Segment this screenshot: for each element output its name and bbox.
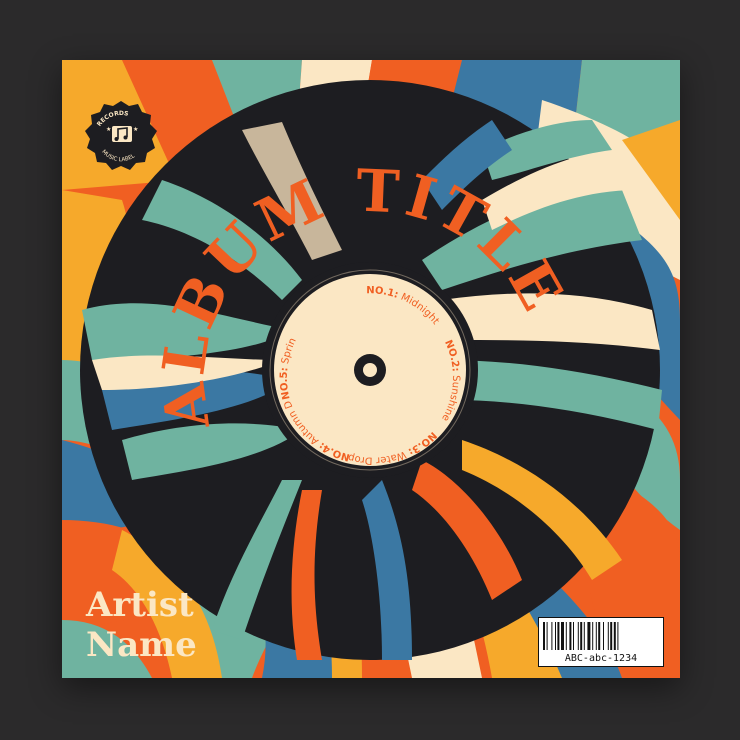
artist-name: Artist Name [86,585,197,665]
barcode-bar [603,622,604,650]
barcode-bar [613,622,616,650]
barcode-bar [573,622,574,650]
barcode-bar [543,622,545,650]
barcode-bar [561,622,564,650]
star-icon: ★ [106,126,111,133]
barcode-bar [577,622,579,650]
barcode-bar [569,622,572,650]
track-2: NO.2: Sunshine [439,339,461,423]
track-1: NO.1: Midnight [366,285,441,327]
barcode-bar [546,622,548,650]
star-icon: ★ [133,126,138,133]
album-title: ALBUM TITLE [149,157,578,435]
barcode-bar [592,622,594,650]
barcode-bar [557,622,560,650]
music-note-icon [112,126,132,142]
barcode-bar [595,622,597,650]
artist-name-line-1: Artist [86,585,194,625]
barcode-bar [617,622,619,650]
barcode-bar [587,622,591,650]
barcode-bar [610,622,613,650]
barcode-bar [598,622,601,650]
artist-name-line-2: Name [86,625,197,665]
record-label-logo: RECORDS MUSIC LABEL ★ ★ [85,101,157,170]
barcode-bar [580,622,583,650]
barcode-bars [543,622,619,650]
barcode-number: ABC-abc-1234 [564,653,638,664]
barcode-bar [555,622,556,650]
barcode-bar [607,622,609,650]
album-cover: ALBUM TITLE NO.1: Midnight NO.2: Sunshin… [62,60,680,678]
barcode-bar [565,622,567,650]
barcode: ABC-abc-1234 [538,617,664,667]
barcode-bar [583,622,585,650]
barcode-bar [551,622,553,650]
